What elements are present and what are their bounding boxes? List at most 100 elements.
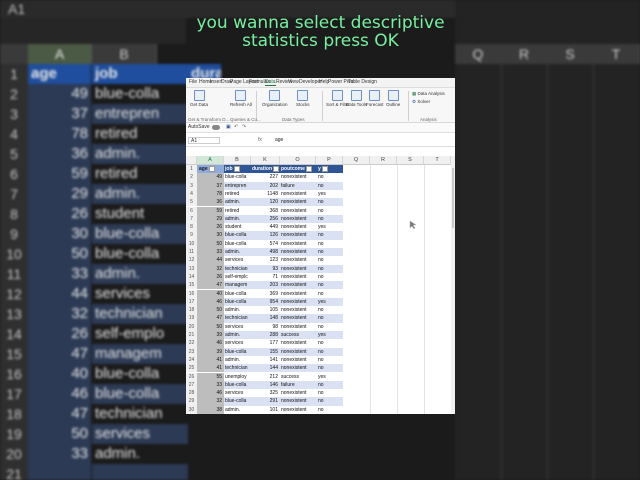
y-cell[interactable]: no [316,207,343,215]
scrollbar-thumb[interactable] [452,168,454,228]
job-cell[interactable]: admin. [224,306,251,314]
age-cell[interactable]: 47 [197,314,224,323]
duration-cell[interactable]: 288 [251,331,280,340]
job-cell[interactable]: blue-colla [224,297,251,307]
poutcome-cell[interactable]: nonexistent [280,314,316,323]
poutcome-cell[interactable]: nonexistent [280,290,316,298]
outline-button[interactable]: Outline [386,90,400,107]
age-cell[interactable]: 78 [197,189,224,199]
duration-cell[interactable]: 101 [251,406,280,414]
duration-cell[interactable]: 227 [251,173,280,181]
data-analysis-button[interactable]: ▦ Data Analysis [412,91,445,97]
job-cell[interactable]: blue-colla [224,240,251,248]
job-cell[interactable]: admin. [224,248,251,257]
job-cell[interactable]: technician [224,364,251,373]
name-box[interactable]: A1 [188,137,220,144]
job-cell[interactable]: technician [224,264,251,273]
y-cell[interactable]: no [316,347,343,356]
duration-cell[interactable]: 574 [251,240,280,248]
y-cell[interactable]: no [316,380,343,390]
col-header-o[interactable]: O [280,156,316,164]
duration-cell[interactable]: 148 [251,314,280,323]
job-cell[interactable]: services [224,323,251,331]
filter-dropdown-icon[interactable] [233,165,240,172]
age-cell[interactable]: 37 [197,181,224,190]
job-cell[interactable]: entrepren [224,181,251,190]
poutcome-cell[interactable]: nonexistent [280,323,316,331]
y-header-cell[interactable]: y [316,165,343,174]
col-header-b[interactable]: B [224,156,251,164]
duration-cell[interactable]: 325 [251,389,280,397]
job-cell[interactable]: admin. [224,356,251,364]
col-header-p[interactable]: P [316,156,343,164]
duration-cell[interactable]: 202 [251,181,280,190]
poutcome-cell[interactable]: nonexistent [280,389,316,397]
duration-cell[interactable]: 291 [251,397,280,406]
job-cell[interactable]: admin. [224,214,251,224]
age-cell[interactable]: 32 [197,397,224,406]
y-cell[interactable]: yes [316,297,343,307]
age-cell[interactable]: 50 [197,322,224,331]
organization-button[interactable]: Organization [262,90,288,107]
y-cell[interactable]: yes [316,373,343,381]
col-header-q[interactable]: Q [343,156,370,164]
menu-item-view[interactable]: View [288,79,299,85]
job-cell[interactable]: admin. [224,198,251,207]
y-cell[interactable]: no [316,281,343,290]
duration-cell[interactable]: 954 [251,297,280,307]
undo-icon[interactable]: ↶ [234,124,238,130]
job-cell[interactable]: blue-colla [224,347,251,356]
filter-dropdown-icon[interactable] [321,165,328,172]
age-header-cell[interactable]: age [197,165,224,174]
y-cell[interactable]: no [316,397,343,406]
poutcome-cell[interactable]: nonexistent [280,297,316,307]
y-cell[interactable]: no [316,339,343,347]
filter-dropdown-icon[interactable] [305,165,312,172]
poutcome-cell[interactable]: nonexistent [280,207,316,215]
job-header-cell[interactable]: job [224,165,251,174]
job-cell[interactable]: blue-colla [224,380,251,390]
save-icon[interactable]: ▣ [226,124,231,130]
menu-item-table-design[interactable]: Table Design [348,79,377,85]
age-cell[interactable]: 33 [197,248,224,257]
duration-cell[interactable]: 71 [251,273,280,281]
age-cell[interactable]: 41 [197,355,224,365]
duration-cell[interactable]: 144 [251,364,280,373]
duration-cell[interactable]: 155 [251,347,280,356]
y-cell[interactable]: no [316,198,343,207]
poutcome-header-cell[interactable]: poutcome [280,165,316,174]
age-cell[interactable]: 55 [197,372,224,381]
poutcome-cell[interactable]: nonexistent [280,306,316,314]
col-header-t[interactable]: T [424,156,451,164]
age-cell[interactable]: 46 [197,339,224,348]
poutcome-cell[interactable]: failure [280,380,316,390]
age-cell[interactable]: 46 [197,297,224,307]
poutcome-cell[interactable]: success [280,331,316,340]
col-header-k[interactable]: K [251,156,280,164]
y-cell[interactable]: no [316,231,343,240]
job-cell[interactable]: technician [224,314,251,323]
y-cell[interactable]: no [316,273,343,281]
y-cell[interactable]: no [316,389,343,397]
duration-cell[interactable]: 368 [251,207,280,215]
duration-cell[interactable]: 141 [251,356,280,364]
poutcome-cell[interactable]: failure [280,181,316,190]
poutcome-cell[interactable]: nonexistent [280,397,316,406]
job-cell[interactable]: services [224,389,251,397]
y-cell[interactable]: no [316,356,343,364]
poutcome-cell[interactable]: nonexistent [280,256,316,264]
age-cell[interactable]: 36 [197,198,224,207]
age-cell[interactable]: 32 [197,264,224,273]
redo-icon[interactable]: ↷ [242,124,246,130]
duration-cell[interactable]: 120 [251,198,280,207]
age-cell[interactable]: 38 [197,405,224,414]
poutcome-cell[interactable]: nonexistent [280,214,316,224]
y-cell[interactable]: no [316,214,343,224]
duration-cell[interactable]: 203 [251,281,280,290]
poutcome-cell[interactable]: nonexistent [280,264,316,273]
age-cell[interactable]: 40 [197,289,224,298]
age-cell[interactable]: 44 [197,256,224,265]
poutcome-cell[interactable]: nonexistent [280,173,316,181]
poutcome-cell[interactable]: nonexistent [280,281,316,290]
poutcome-cell[interactable]: nonexistent [280,198,316,207]
